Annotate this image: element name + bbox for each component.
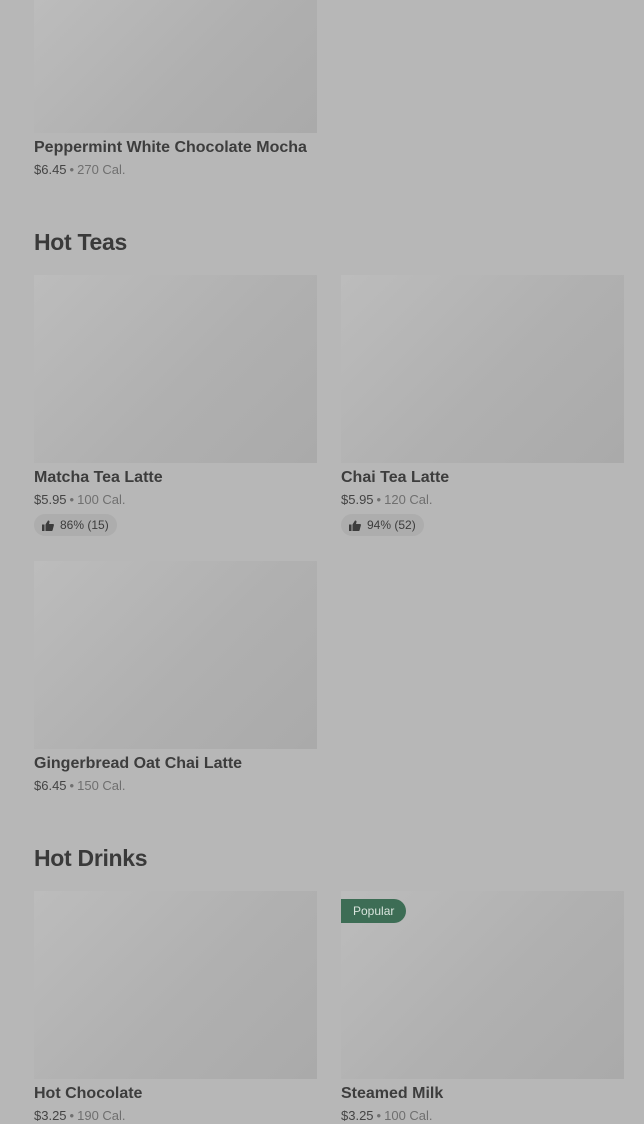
item-name: Peppermint White Chocolate Mocha: [34, 139, 307, 156]
separator-dot: •: [69, 162, 75, 177]
item-price: $5.95: [341, 492, 374, 507]
thumbs-up-icon: [42, 519, 54, 531]
item-image[interactable]: [34, 891, 317, 1079]
item-image[interactable]: [34, 275, 317, 463]
item-name: Gingerbread Oat Chai Latte: [34, 755, 243, 772]
item-meta: $6.45 • 270 Cal.: [34, 161, 317, 179]
popular-badge: Popular: [341, 899, 407, 923]
separator-dot: •: [376, 1108, 382, 1123]
item-meta: $6.45 • 150 Cal.: [34, 777, 317, 795]
item-meta: $5.95 • 100 Cal.: [34, 491, 317, 509]
item-meta: $5.95 • 120 Cal.: [341, 491, 624, 509]
item-calories: 270 Cal.: [77, 162, 126, 177]
rating-text: 94% (52): [367, 518, 416, 532]
item-image[interactable]: Popular: [341, 891, 624, 1079]
separator-dot: •: [69, 492, 75, 507]
separator-dot: •: [376, 492, 382, 507]
item-price: $3.25: [341, 1108, 374, 1123]
menu-item-card[interactable]: Matcha Tea Latte $5.95 • 100 Cal. 86% (15): [34, 275, 317, 536]
item-name: Chai Tea Latte: [341, 469, 450, 486]
menu-item-card[interactable]: Peppermint White Chocolate Mocha $6.45 • 2…: [34, 0, 317, 179]
item-name: Steamed Milk: [341, 1085, 444, 1102]
item-calories: 150 Cal.: [77, 778, 126, 793]
separator-dot: •: [69, 1108, 75, 1123]
section-title: Hot Teas: [34, 229, 128, 255]
item-price: $6.45: [34, 778, 67, 793]
item-price: $5.95: [34, 492, 67, 507]
menu-item-card[interactable]: Popular Steamed Milk $3.25 • 100 Cal.: [341, 891, 624, 1124]
section-title: Hot Drinks: [34, 845, 148, 871]
item-calories: 100 Cal.: [77, 492, 126, 507]
item-meta: $3.25 • 100 Cal.: [341, 1107, 624, 1124]
item-name: Matcha Tea Latte: [34, 469, 163, 486]
item-name: Hot Chocolate: [34, 1085, 143, 1102]
item-calories: 100 Cal.: [384, 1108, 433, 1123]
separator-dot: •: [69, 778, 75, 793]
item-image[interactable]: [34, 561, 317, 749]
rating-badge: 86% (15): [34, 514, 117, 536]
item-price: $6.45: [34, 162, 67, 177]
rating-text: 86% (15): [60, 518, 109, 532]
menu-item-card[interactable]: Gingerbread Oat Chai Latte $6.45 • 150 Cal…: [34, 561, 317, 795]
menu-item-card[interactable]: Chai Tea Latte $5.95 • 120 Cal. 94% (52): [341, 275, 624, 536]
item-price: $3.25: [34, 1108, 67, 1123]
thumbs-up-icon: [349, 519, 361, 531]
rating-badge: 94% (52): [341, 514, 424, 536]
item-image[interactable]: [341, 275, 624, 463]
item-calories: 190 Cal.: [77, 1108, 126, 1123]
item-image[interactable]: [34, 0, 317, 133]
item-calories: 120 Cal.: [384, 492, 433, 507]
menu-page: Peppermint White Chocolate Mocha $6.45 • 2…: [0, 0, 644, 1124]
item-meta: $3.25 • 190 Cal.: [34, 1107, 317, 1124]
menu-item-card[interactable]: Hot Chocolate $3.25 • 190 Cal.: [34, 891, 317, 1124]
